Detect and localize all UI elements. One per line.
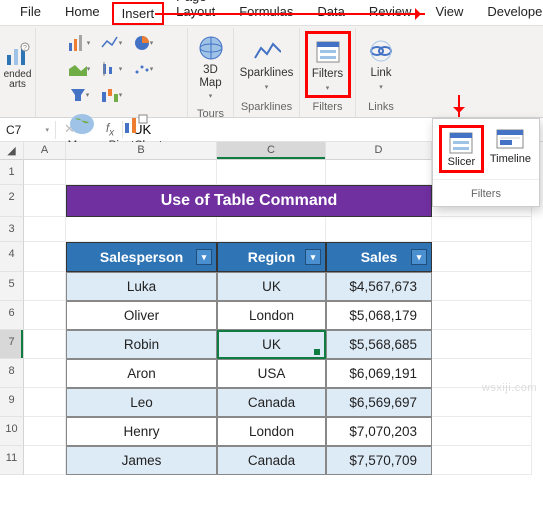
- sparklines-group-label: Sparklines: [240, 99, 293, 117]
- table-cell[interactable]: Oliver: [66, 301, 217, 330]
- timeline-icon: [495, 127, 525, 153]
- row-9[interactable]: 9: [0, 388, 24, 417]
- slicer-label: Slicer: [448, 156, 476, 168]
- row-6[interactable]: 6: [0, 301, 24, 330]
- filters-group-label: Filters: [306, 99, 349, 117]
- table-cell[interactable]: Leo: [66, 388, 217, 417]
- globe-icon: [197, 34, 225, 62]
- col-C[interactable]: C: [217, 142, 326, 160]
- table-cell[interactable]: USA: [217, 359, 326, 388]
- tab-view[interactable]: View: [423, 0, 475, 25]
- filters-button[interactable]: Filters▾: [305, 31, 351, 98]
- tab-file[interactable]: File: [8, 0, 53, 25]
- recommended-charts-icon: ?: [4, 40, 32, 68]
- chart-area-icon[interactable]: ▾: [66, 58, 94, 80]
- annotation-arrow-2: [458, 95, 460, 117]
- row-4[interactable]: 4: [0, 242, 24, 272]
- slicer-option[interactable]: Slicer: [439, 125, 484, 173]
- row-1[interactable]: 1: [0, 160, 24, 185]
- svg-text:?: ?: [23, 45, 27, 52]
- table-cell[interactable]: James: [66, 446, 217, 475]
- table-cell[interactable]: Luka: [66, 272, 217, 301]
- table-cell[interactable]: $5,068,179: [326, 301, 432, 330]
- table-cell[interactable]: $6,569,697: [326, 388, 432, 417]
- recommended-charts-button[interactable]: ? endedarts: [0, 36, 41, 94]
- watermark: wsxiji.com: [482, 382, 537, 394]
- chart-bar-icon[interactable]: ▾: [66, 32, 94, 54]
- timeline-label: Timeline: [490, 153, 531, 165]
- table-cell[interactable]: Aron: [66, 359, 217, 388]
- charts-gallery[interactable]: ▾ ▾ ▾ ▾ ▾ ▾ ▾ ▾: [66, 32, 158, 106]
- filters-panel-label: Filters: [433, 179, 539, 206]
- row-10[interactable]: 10: [0, 417, 24, 446]
- table-cell[interactable]: London: [217, 417, 326, 446]
- table-cell[interactable]: Canada: [217, 388, 326, 417]
- row-2[interactable]: 2: [0, 185, 24, 217]
- row-11[interactable]: 11: [0, 446, 24, 475]
- chart-waterfall-icon[interactable]: ▾: [98, 84, 126, 106]
- table-cell[interactable]: $4,567,673: [326, 272, 432, 301]
- col-A[interactable]: A: [24, 142, 66, 160]
- chart-funnel-icon[interactable]: ▾: [66, 84, 94, 106]
- link-button[interactable]: Link▾: [358, 33, 404, 96]
- sparklines-button[interactable]: Sparklines▾: [240, 33, 293, 96]
- active-cell[interactable]: UK: [217, 330, 326, 359]
- filters-dropdown-panel: Slicer Timeline Filters: [432, 118, 540, 207]
- slicer-icon: [314, 38, 342, 66]
- chart-stat-icon[interactable]: ▾: [98, 58, 126, 80]
- row-8[interactable]: 8: [0, 359, 24, 388]
- map3d-button[interactable]: 3D Map▾: [188, 30, 234, 106]
- annotation-arrow-1: [155, 13, 425, 15]
- select-all-corner[interactable]: ◢: [0, 142, 24, 160]
- tab-developer[interactable]: Developer: [475, 0, 543, 25]
- col-B[interactable]: B: [66, 142, 217, 160]
- filter-icon[interactable]: [411, 249, 427, 265]
- table-cell[interactable]: $5,568,685: [326, 330, 432, 359]
- row-7[interactable]: 7: [0, 330, 24, 359]
- table-cell[interactable]: Canada: [217, 446, 326, 475]
- links-group-label: Links: [362, 99, 400, 117]
- table-cell[interactable]: UK: [217, 272, 326, 301]
- map-icon: [68, 110, 96, 138]
- timeline-option[interactable]: Timeline: [488, 125, 533, 173]
- title-cell: Use of Table Command: [66, 185, 432, 217]
- chart-scatter-icon[interactable]: ▾: [130, 58, 158, 80]
- row-5[interactable]: 5: [0, 272, 24, 301]
- sparkline-icon: [253, 37, 281, 65]
- filter-icon[interactable]: [196, 249, 212, 265]
- tours-group-label: Tours: [194, 106, 227, 124]
- header-region[interactable]: Region: [217, 242, 326, 272]
- header-sales[interactable]: Sales: [326, 242, 432, 272]
- slicer-icon: [446, 130, 476, 156]
- filter-icon[interactable]: [305, 249, 321, 265]
- table-cell[interactable]: Henry: [66, 417, 217, 446]
- table-cell[interactable]: $7,070,203: [326, 417, 432, 446]
- link-icon: [367, 37, 395, 65]
- pivotchart-icon: [122, 110, 150, 138]
- tab-home[interactable]: Home: [53, 0, 112, 25]
- chart-pie-icon[interactable]: ▾: [130, 32, 158, 54]
- fill-handle[interactable]: [314, 349, 320, 355]
- table-cell[interactable]: $7,570,709: [326, 446, 432, 475]
- chart-line-icon[interactable]: ▾: [98, 32, 126, 54]
- ribbon: ? endedarts ▾ ▾ ▾ ▾ ▾ ▾ ▾ ▾ Maps▾: [0, 26, 543, 118]
- table-cell[interactable]: London: [217, 301, 326, 330]
- row-3[interactable]: 3: [0, 217, 24, 242]
- table-cell[interactable]: Robin: [66, 330, 217, 359]
- col-D[interactable]: D: [326, 142, 432, 160]
- header-salesperson[interactable]: Salesperson: [66, 242, 217, 272]
- table-cell[interactable]: $6,069,191: [326, 359, 432, 388]
